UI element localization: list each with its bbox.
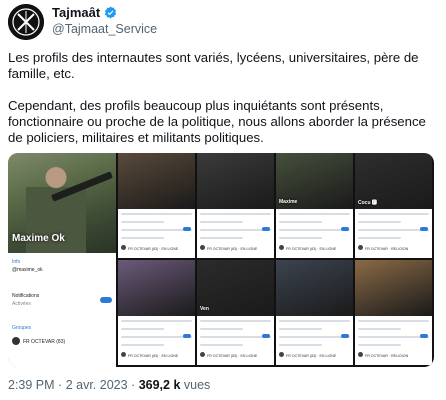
group-name: FR OCTEVAR (83) · EN LIGNE: [207, 247, 258, 251]
tweet-paragraph-1: Les profils des internautes sont variés,…: [8, 50, 419, 81]
group-avatar: [358, 245, 363, 250]
toggle-switch: [183, 227, 191, 231]
meta-separator: ·: [131, 378, 136, 392]
profile-name: Maxime: [279, 199, 298, 205]
profile-screenshot-card: Cocu 🅿 FR OCTEVAR · RELIGION: [355, 153, 432, 258]
tweet-paragraph-2: Cependant, des profils beaucoup plus inq…: [8, 98, 426, 145]
profile-info-lines: [200, 213, 271, 245]
profile-avatar[interactable]: [8, 4, 44, 40]
profile-photo: [276, 260, 353, 316]
groups-label: Groupes: [12, 325, 32, 331]
group-avatar: [121, 352, 126, 357]
profile-photo: [197, 153, 274, 209]
toggle-switch: [183, 334, 191, 338]
group-avatar: [200, 245, 205, 250]
profile-info-lines: [358, 213, 429, 245]
tweet: Tajmaât @Tajmaat_Service Les profils des…: [0, 0, 446, 400]
notifications-toggle: [100, 297, 112, 303]
author-name[interactable]: Tajmaât: [52, 5, 100, 20]
profile-screenshot-card: FR OCTEVAR (83) · EN LIGNE: [197, 153, 274, 258]
notifications-value: Activées: [12, 301, 31, 307]
profile-photo: [118, 153, 195, 209]
group-avatar: [200, 352, 205, 357]
group-name: FR OCTEVAR (83): [23, 339, 66, 345]
tweet-text: Les profils des internautes sont variés,…: [8, 50, 432, 162]
group-avatar: [279, 245, 284, 250]
profile-info-lines: [279, 320, 350, 352]
views-count: 369,2 k: [138, 378, 181, 392]
group-avatar: [121, 245, 126, 250]
tweet-media-image[interactable]: Maxime Ok Info @maxime_ok Notifications …: [8, 153, 434, 367]
group-name: FR OCTEVAR · RELIGION: [365, 354, 409, 358]
profile-screenshot-card: FR OCTEVAR (83) · EN LIGNE: [276, 260, 353, 365]
profile-info-lines: [200, 320, 271, 352]
toggle-switch: [262, 334, 270, 338]
group-name: FR OCTEVAR (83) · EN LIGNE: [286, 354, 337, 358]
profile-screenshot-card: Maxime FR OCTEVAR (83) · EN LIGNE: [276, 153, 353, 258]
profile-screenshot-card: FR OCTEVAR (83) · EN LIGNE: [118, 153, 195, 258]
profile-info-lines: [279, 213, 350, 245]
profile-info-lines: [358, 320, 429, 352]
profile-screenshot-card: FR OCTEVAR (83) · EN LIGNE: [118, 260, 195, 365]
profile-info-lines: [121, 320, 192, 352]
group-avatar: [279, 352, 284, 357]
main-profile-info: Info @maxime_ok Notifications Activées G…: [8, 253, 116, 367]
views-label: vues: [183, 378, 211, 392]
notifications-label: Notifications: [12, 293, 40, 299]
group-name: FR OCTEVAR (83) · EN LIGNE: [286, 247, 337, 251]
main-profile-photo: Maxime Ok: [8, 153, 116, 253]
toggle-switch: [262, 227, 270, 231]
meta-separator: ·: [58, 378, 63, 392]
toggle-switch: [420, 334, 428, 338]
profile-screenshot-card: Ven FR OCTEVAR (83) · EN LIGNE: [197, 260, 274, 365]
profile-name: Cocu 🅿: [358, 200, 377, 206]
profile-screenshot-card: FR OCTEVAR · RELIGION: [355, 260, 432, 365]
profile-screenshot-grid: FR OCTEVAR (83) · EN LIGNE FR OCTEVAR (83…: [118, 153, 434, 367]
group-name: FR OCTEVAR · RELIGION: [365, 247, 409, 251]
info-value: @maxime_ok: [12, 267, 43, 273]
tweet-time[interactable]: 2:39 PM: [8, 378, 55, 392]
profile-name: Ven: [200, 306, 209, 312]
main-profile-name: Maxime Ok: [12, 233, 65, 244]
group-avatar: [12, 337, 20, 345]
toggle-switch: [341, 227, 349, 231]
profile-info-lines: [121, 213, 192, 245]
crossed-swords-logo-icon: [8, 4, 44, 40]
tweet-date[interactable]: 2 avr. 2023: [66, 378, 128, 392]
group-name: FR OCTEVAR (83) · EN LIGNE: [207, 354, 258, 358]
tweet-meta: 2:39 PM · 2 avr. 2023 · 369,2 k vues: [8, 378, 210, 392]
profile-photo: [118, 260, 195, 316]
main-profile-card: Maxime Ok Info @maxime_ok Notifications …: [8, 153, 116, 367]
verified-badge-icon: [105, 6, 117, 19]
info-label: Info: [12, 259, 21, 265]
author-row: Tajmaât: [52, 5, 117, 20]
toggle-switch: [341, 334, 349, 338]
author-handle[interactable]: @Tajmaat_Service: [52, 22, 157, 36]
group-name: FR OCTEVAR (83) · EN LIGNE: [128, 354, 179, 358]
toggle-switch: [420, 227, 428, 231]
group-name: FR OCTEVAR (83) · EN LIGNE: [128, 247, 179, 251]
profile-photo: [355, 260, 432, 316]
group-avatar: [358, 352, 363, 357]
